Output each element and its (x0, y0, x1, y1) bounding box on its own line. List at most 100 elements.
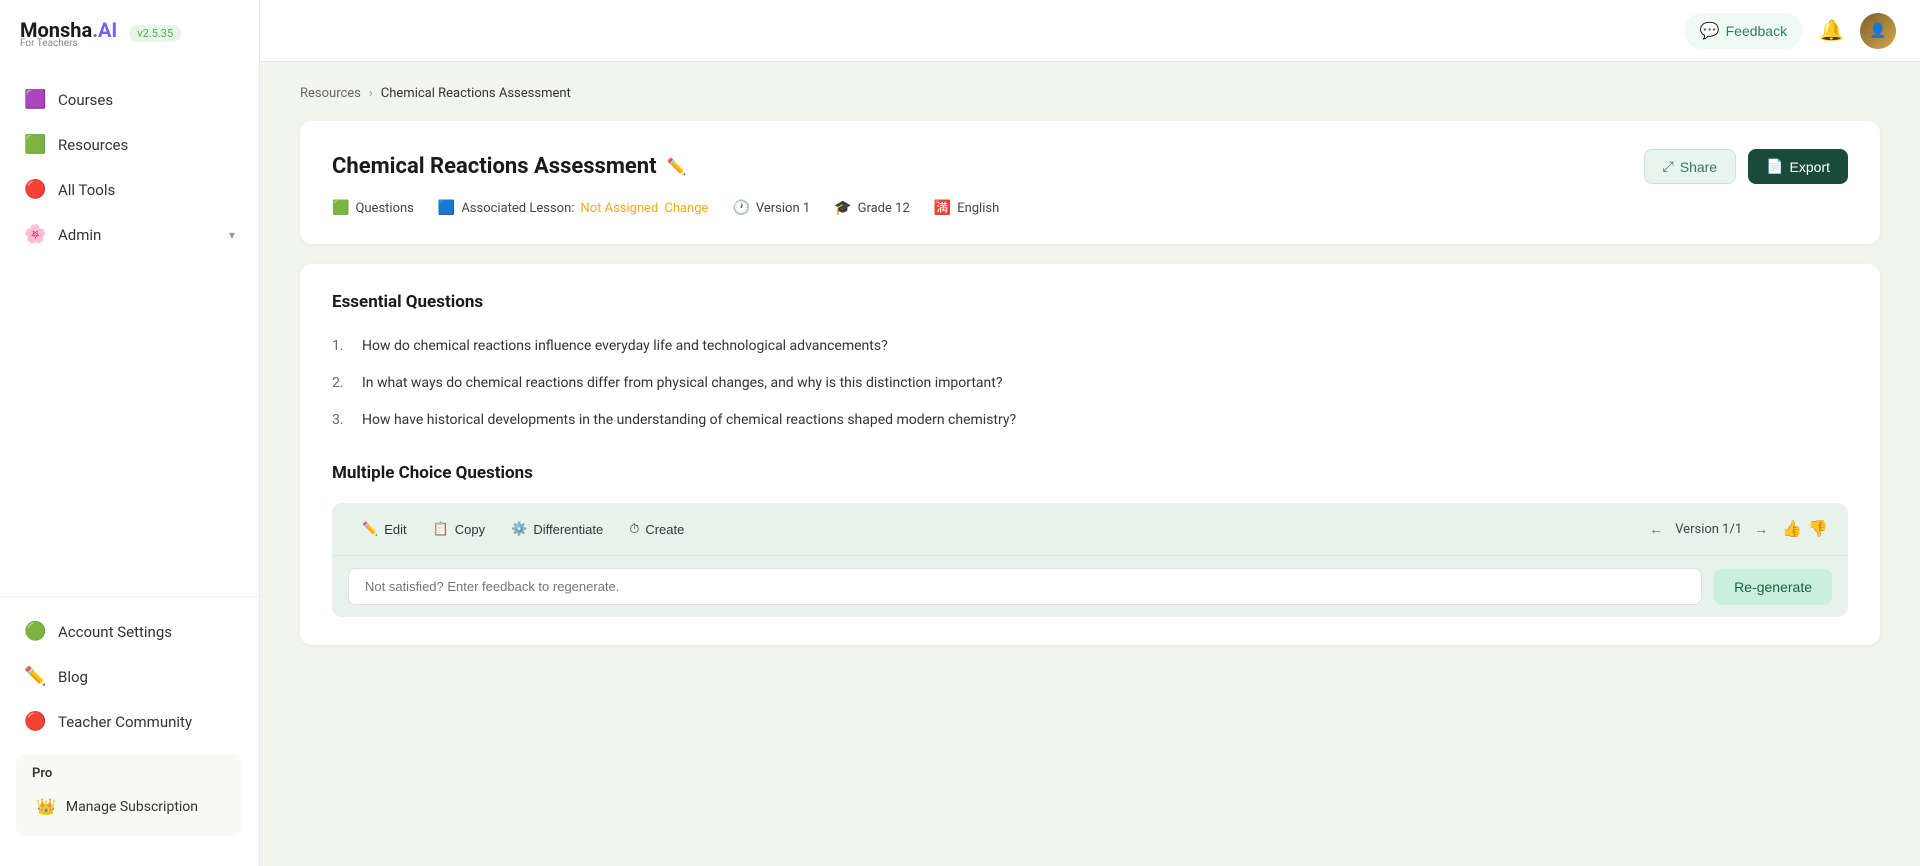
lesson-icon: 🟦 (438, 200, 455, 216)
sidebar-item-label: Teacher Community (58, 713, 192, 731)
sidebar-item-label: Blog (58, 668, 88, 686)
feedback-label: Feedback (1726, 23, 1787, 39)
question-text: In what ways do chemical reactions diffe… (362, 373, 1002, 394)
list-item: 1. How do chemical reactions influence e… (332, 328, 1848, 365)
sidebar-item-label: All Tools (58, 181, 115, 199)
avatar[interactable]: 👤 (1860, 13, 1896, 49)
bell-icon: 🔔 (1819, 20, 1844, 42)
mcq-title: Multiple Choice Questions (332, 463, 1848, 483)
create-button[interactable]: ⏱ Create (619, 515, 694, 543)
regen-input[interactable] (348, 568, 1702, 605)
copy-button[interactable]: 📋 Copy (423, 515, 496, 543)
version-nav: ← Version 1/1 → (1645, 517, 1772, 541)
edit-icon: ✏️ (362, 521, 378, 537)
language-label: English (957, 201, 999, 216)
meta-lesson: 🟦 Associated Lesson: Not Assigned Change (438, 200, 709, 216)
sidebar-item-account-settings[interactable]: 🟢 Account Settings (0, 609, 259, 654)
card-actions: ⤢ Share 📄 Export (1644, 149, 1848, 184)
crown-icon: 👑 (36, 797, 56, 816)
admin-icon: 🌸 (24, 224, 46, 245)
lesson-label: Associated Lesson: (461, 201, 574, 216)
avatar-image: 👤 (1860, 13, 1896, 49)
card-header: Chemical Reactions Assessment ✏️ ⤢ Share… (332, 149, 1848, 184)
copy-icon: 📋 (433, 521, 449, 537)
account-settings-icon: 🟢 (24, 621, 46, 642)
feedback-icon: 💬 (1700, 21, 1720, 41)
language-icon: 🈵 (934, 200, 951, 216)
topbar: 💬 Feedback 🔔 👤 (260, 0, 1920, 62)
create-icon: ⏱ (629, 521, 639, 537)
sidebar-item-label: Account Settings (58, 623, 172, 641)
meta-version: 🕐 Version 1 (732, 200, 810, 216)
share-button[interactable]: ⤢ Share (1644, 149, 1737, 184)
question-text: How have historical developments in the … (362, 410, 1016, 431)
breadcrumb-current: Chemical Reactions Assessment (381, 86, 571, 101)
change-link[interactable]: Change (664, 201, 708, 216)
meta-grade: 🎓 Grade 12 (834, 200, 910, 216)
share-icon: ⤢ (1663, 158, 1674, 175)
sidebar-item-courses[interactable]: 🟪 Courses (0, 77, 259, 122)
thumbs-up-button[interactable]: 👍 (1782, 519, 1802, 539)
notification-button[interactable]: 🔔 (1819, 18, 1844, 43)
toolbar-card: ✏️ Edit 📋 Copy ⚙️ Differentiate ⏱ (332, 503, 1848, 617)
breadcrumb: Resources › Chemical Reactions Assessmen… (300, 86, 1880, 101)
sidebar-item-teacher-community[interactable]: 🔴 Teacher Community (0, 699, 259, 744)
prev-version-button[interactable]: ← (1645, 517, 1667, 541)
differentiate-icon: ⚙️ (511, 521, 527, 537)
pro-label: Pro (32, 766, 227, 781)
version-label: Version 1 (756, 201, 810, 216)
list-item: 3. How have historical developments in t… (332, 402, 1848, 439)
edit-button[interactable]: ✏️ Edit (352, 515, 417, 543)
sidebar-item-label: Resources (58, 136, 128, 154)
toolbar-row: ✏️ Edit 📋 Copy ⚙️ Differentiate ⏱ (332, 503, 1848, 556)
sidebar-item-admin[interactable]: 🌸 Admin ▾ (0, 212, 259, 257)
chevron-down-icon: ▾ (229, 228, 235, 242)
community-icon: 🔴 (24, 711, 46, 732)
logo-area: Monsha.AI For Teachers v2.5.35 (0, 0, 259, 67)
essential-questions-title: Essential Questions (332, 292, 1848, 312)
regen-row: Re-generate (332, 556, 1848, 617)
main-content: 💬 Feedback 🔔 👤 Resources › Chemical Reac… (260, 0, 1920, 866)
edit-icon[interactable]: ✏️ (667, 157, 687, 176)
sidebar-item-label: Courses (58, 91, 113, 109)
resources-icon: 🟩 (24, 134, 46, 155)
questions-icon: 🟩 (332, 200, 349, 216)
regenerate-button[interactable]: Re-generate (1714, 569, 1832, 605)
next-version-button[interactable]: → (1750, 517, 1772, 541)
tools-icon: 🔴 (24, 179, 46, 200)
blog-icon: ✏️ (24, 666, 46, 687)
toolbar-actions: ✏️ Edit 📋 Copy ⚙️ Differentiate ⏱ (352, 515, 694, 543)
pro-section: Pro 👑 Manage Subscription (16, 754, 243, 836)
export-icon: 📄 (1766, 158, 1783, 175)
card-meta: 🟩 Questions 🟦 Associated Lesson: Not Ass… (332, 200, 1848, 216)
feedback-button[interactable]: 💬 Feedback (1684, 13, 1803, 49)
sidebar: Monsha.AI For Teachers v2.5.35 🟪 Courses… (0, 0, 260, 866)
thumbs-down-button[interactable]: 👎 (1808, 519, 1828, 539)
sidebar-item-blog[interactable]: ✏️ Blog (0, 654, 259, 699)
sidebar-item-manage-subscription[interactable]: 👑 Manage Subscription (32, 789, 227, 824)
sidebar-item-all-tools[interactable]: 🔴 All Tools (0, 167, 259, 212)
meta-questions: 🟩 Questions (332, 200, 414, 216)
differentiate-button[interactable]: ⚙️ Differentiate (501, 515, 613, 543)
grade-label: Grade 12 (858, 201, 910, 216)
assessment-info-card: Chemical Reactions Assessment ✏️ ⤢ Share… (300, 121, 1880, 244)
feedback-thumbs: 👍 👎 (1782, 519, 1828, 539)
version-text: Version 1/1 (1675, 522, 1742, 537)
meta-language: 🈵 English (934, 200, 1000, 216)
sidebar-item-resources[interactable]: 🟩 Resources (0, 122, 259, 167)
not-assigned-text: Not Assigned (580, 201, 658, 216)
page-body: Resources › Chemical Reactions Assessmen… (260, 62, 1920, 866)
sidebar-item-label: Manage Subscription (66, 799, 198, 815)
list-item: 2. In what ways do chemical reactions di… (332, 365, 1848, 402)
export-button[interactable]: 📄 Export (1748, 149, 1848, 184)
content-card: Essential Questions 1. How do chemical r… (300, 264, 1880, 645)
sidebar-bottom: 🟢 Account Settings ✏️ Blog 🔴 Teacher Com… (0, 596, 259, 866)
breadcrumb-separator: › (369, 86, 373, 101)
sidebar-nav: 🟪 Courses 🟩 Resources 🔴 All Tools 🌸 Admi… (0, 67, 259, 596)
assessment-title: Chemical Reactions Assessment ✏️ (332, 154, 687, 179)
breadcrumb-resources[interactable]: Resources (300, 86, 361, 101)
questions-label: Questions (355, 201, 413, 216)
question-text: How do chemical reactions influence ever… (362, 336, 888, 357)
version-badge: v2.5.35 (129, 25, 181, 42)
courses-icon: 🟪 (24, 89, 46, 110)
